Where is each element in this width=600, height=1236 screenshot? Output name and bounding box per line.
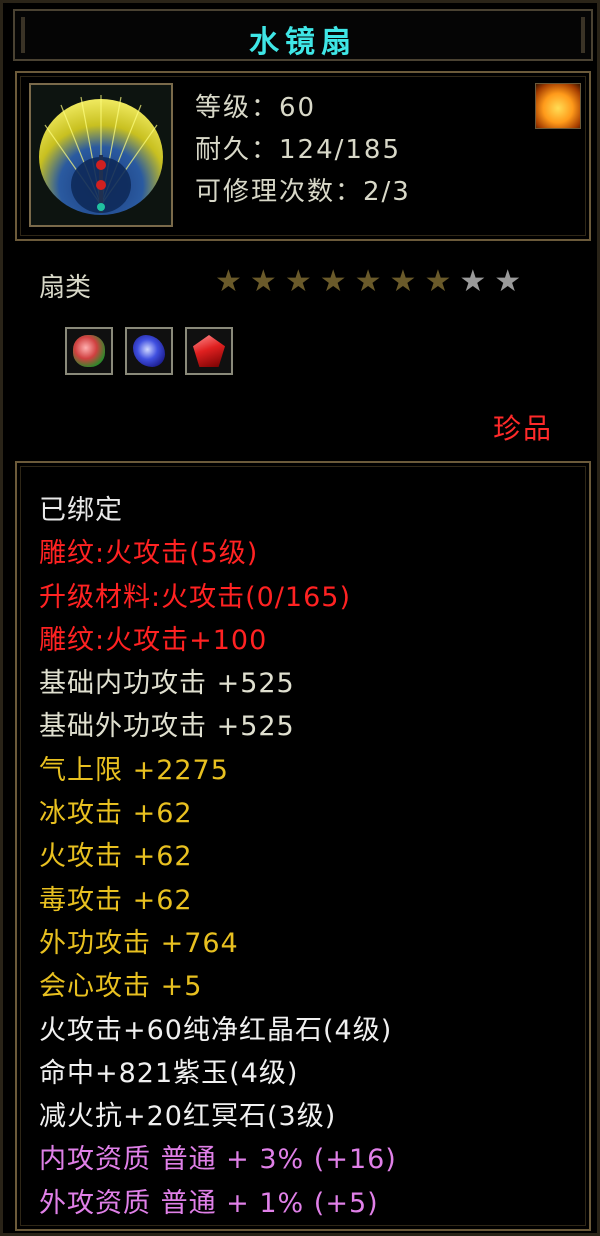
star-filled-icon: ★ <box>249 264 277 299</box>
star-filled-icon: ★ <box>389 264 417 299</box>
attribute-line: 气上限 +2275 <box>39 754 229 786</box>
rarity-label: 珍品 <box>492 412 553 445</box>
star-filled-icon: ★ <box>319 264 347 299</box>
attribute-line: 会心攻击 +5 <box>39 971 203 1003</box>
star-rating: ★ ★ ★ ★ ★ ★ ★ ★ ★ <box>215 265 521 299</box>
peacock-feather-fan-icon <box>29 83 173 227</box>
green-gem-icon[interactable] <box>65 327 113 375</box>
title-bar: 水镜扇 <box>13 9 593 61</box>
attribute-line: 基础外功攻击 +525 <box>39 711 295 743</box>
item-durability: 耐久：124/185 <box>195 135 402 165</box>
attribute-line: 毒攻击 +62 <box>39 884 193 916</box>
star-filled-icon: ★ <box>215 264 242 299</box>
attribute-line: 火攻击 +62 <box>39 841 193 873</box>
item-category: 扇类 <box>39 273 92 303</box>
fire-element-icon <box>535 83 581 129</box>
star-filled-icon: ★ <box>354 264 382 299</box>
attribute-line: 减火抗+20红冥石(3级) <box>39 1101 337 1133</box>
attribute-line: 升级材料:火攻击(0/165) <box>39 581 351 613</box>
item-header-panel: 等级：60 耐久：124/185 可修理次数：2/3 <box>15 71 591 241</box>
star-filled-icon: ★ <box>284 264 312 299</box>
attribute-panel: 已绑定雕纹:火攻击(5级) 升级材料:火攻击(0/165) 雕纹:火攻击+100 基础… <box>15 461 591 1231</box>
attribute-line: 已绑定 <box>39 495 123 526</box>
attribute-line: 基础内功攻击 +525 <box>39 668 295 700</box>
item-repair-count: 可修理次数：2/3 <box>195 177 411 207</box>
star-filled-icon: ★ <box>424 264 452 299</box>
item-name: 水镜扇 <box>249 25 357 60</box>
item-tooltip: 水镜扇 等级：60 耐久：124/185 可修理次数：2/3 扇类 ★ ★ ★ … <box>0 0 600 1236</box>
star-empty-icon: ★ <box>459 264 487 299</box>
attribute-line: 内攻资质 普通 + 3% (+16) <box>39 1144 397 1176</box>
attribute-list: 已绑定雕纹:火攻击(5级) 升级材料:火攻击(0/165) 雕纹:火攻击+100 基础… <box>39 489 397 1225</box>
gem-sockets <box>65 327 233 375</box>
attribute-line: 冰攻击 +62 <box>39 798 193 830</box>
blue-gem-icon[interactable] <box>125 327 173 375</box>
attribute-line: 雕纹:火攻击+100 <box>39 624 268 656</box>
attribute-line: 外功攻击 +764 <box>39 927 239 959</box>
attribute-line: 命中+821紫玉(4级) <box>39 1057 299 1089</box>
item-level: 等级：60 <box>195 93 317 123</box>
star-empty-icon: ★ <box>494 264 522 299</box>
red-gem-icon[interactable] <box>185 327 233 375</box>
attribute-line: 火攻击+60纯净红晶石(4级) <box>39 1014 393 1046</box>
attribute-line: 外攻资质 普通 + 1% (+5) <box>39 1187 379 1219</box>
attribute-line: 雕纹:火攻击(5级) <box>39 538 259 570</box>
